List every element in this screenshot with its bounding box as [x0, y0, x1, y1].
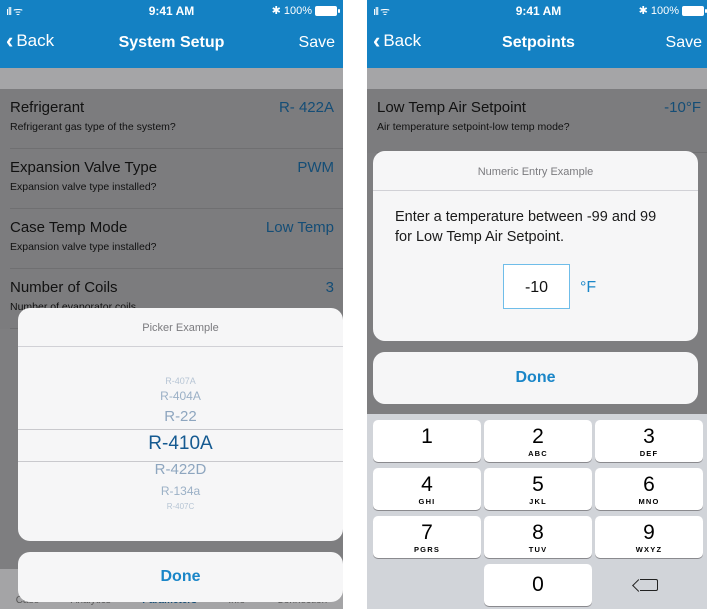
settings-list: Refrigerant Refrigerant gas type of the … [0, 89, 343, 329]
key-digit: 6 [643, 473, 655, 496]
backspace-key[interactable] [595, 564, 703, 606]
picker-option[interactable]: R-407C [18, 502, 343, 511]
setpoints-screen: ıll ᯤ 9:41 AM ✱ 100% ‹ Back Setpoints Sa… [367, 0, 707, 609]
sheet-divider [373, 190, 698, 191]
system-setup-screen: ıll ᯤ 9:41 AM ✱ 100% ‹ Back System Setup… [0, 0, 343, 609]
save-button[interactable]: Save [666, 34, 702, 52]
row-value: R- 422A [278, 99, 334, 116]
done-button[interactable]: Done [373, 352, 698, 404]
numeric-keypad: 1 2 ABC 3 DEF 4 GHI 5 JKL 6 MNO 7 PGRS 8… [367, 414, 707, 609]
key-2[interactable]: 2 ABC [484, 420, 592, 462]
section-header [0, 68, 343, 89]
setting-row-case-temp-mode[interactable]: Case Temp Mode Expansion valve type inst… [10, 209, 343, 269]
key-0[interactable]: 0 [484, 564, 592, 606]
key-digit: 5 [532, 473, 544, 496]
key-letters: GHI [418, 497, 436, 506]
key-6[interactable]: 6 MNO [595, 468, 703, 510]
nav-bar: ıll ᯤ 9:41 AM ✱ 100% ‹ Back Setpoints Sa… [367, 0, 707, 68]
status-bar: ıll ᯤ 9:41 AM ✱ 100% [367, 0, 707, 22]
sheet-divider [18, 346, 343, 347]
key-letters: JKL [529, 497, 547, 506]
settings-list: Low Temp Air Setpoint Air temperature se… [367, 89, 707, 153]
picker-selected-option[interactable]: R-410A [18, 433, 343, 455]
key-letters: MNO [638, 497, 660, 506]
battery-icon [315, 5, 340, 16]
key-letters: ABC [528, 449, 548, 458]
numeric-entry-title: Numeric Entry Example [477, 166, 594, 178]
battery-indicator: ✱ 100% [271, 4, 340, 17]
key-8[interactable]: 8 TUV [484, 516, 592, 558]
backspace-icon [640, 579, 658, 591]
picker-option[interactable]: R-404A [18, 389, 343, 403]
done-button[interactable]: Done [18, 552, 343, 602]
temperature-unit: °F [580, 279, 597, 296]
page-title: System Setup [118, 34, 225, 51]
key-blank [373, 564, 481, 606]
row-value: 3 [325, 279, 334, 296]
nav-bar: ıll ᯤ 9:41 AM ✱ 100% ‹ Back System Setup… [0, 0, 343, 68]
key-digit: 1 [421, 425, 433, 448]
key-digit: 2 [532, 425, 544, 448]
row-value: PWM [297, 159, 334, 176]
picker-option[interactable]: R-407A [18, 376, 343, 386]
key-4[interactable]: 4 GHI [373, 468, 481, 510]
battery-text: ✱ 100% [271, 5, 312, 17]
picker-title: Picker Example [142, 322, 219, 334]
key-1[interactable]: 1 [373, 420, 481, 462]
numeric-entry-message: Enter a temperature between -99 and 99 f… [395, 209, 657, 245]
row-title: Refrigerant [10, 99, 85, 116]
picker-selection-line [18, 429, 343, 430]
key-7[interactable]: 7 PGRS [373, 516, 481, 558]
key-9[interactable]: 9 WXYZ [595, 516, 703, 558]
status-bar: ıll ᯤ 9:41 AM ✱ 100% [0, 0, 343, 22]
section-header [367, 68, 707, 89]
key-letters: TUV [528, 545, 548, 554]
key-3[interactable]: 3 DEF [595, 420, 703, 462]
save-button[interactable]: Save [299, 34, 335, 52]
temperature-input[interactable]: -10 [503, 264, 570, 309]
setting-row-expansion-valve[interactable]: Expansion Valve Type Expansion valve typ… [10, 149, 343, 209]
key-letters: DEF [639, 449, 659, 458]
setting-row-low-temp-air-setpoint[interactable]: Low Temp Air Setpoint Air temperature se… [377, 89, 707, 153]
key-digit: 8 [532, 521, 544, 544]
row-title: Number of Coils [10, 279, 118, 296]
key-letters: WXYZ [635, 545, 663, 554]
picker-option[interactable]: R-134a [18, 484, 343, 498]
row-title: Case Temp Mode [10, 219, 128, 236]
row-value: Low Temp [265, 219, 334, 236]
numeric-entry-sheet: Numeric Entry Example Enter a temperatur… [373, 151, 698, 341]
picker-option[interactable]: R-422D [18, 461, 343, 478]
picker-sheet: Picker Example R-407A R-404A R-22 R-410A… [18, 308, 343, 541]
setting-row-refrigerant[interactable]: Refrigerant Refrigerant gas type of the … [10, 89, 343, 149]
row-subtitle: Expansion valve type installed? [10, 241, 157, 253]
battery-indicator: ✱ 100% [638, 4, 707, 17]
key-digit: 9 [643, 521, 655, 544]
picker-option[interactable]: R-22 [18, 408, 343, 425]
key-digit: 0 [532, 573, 544, 596]
key-digit: 3 [643, 425, 655, 448]
row-title: Expansion Valve Type [10, 159, 158, 176]
row-title: Low Temp Air Setpoint [377, 99, 526, 116]
key-digit: 7 [421, 521, 433, 544]
battery-text: ✱ 100% [638, 5, 679, 17]
battery-icon [682, 5, 707, 16]
key-letters: PGRS [413, 545, 441, 554]
row-subtitle: Expansion valve type installed? [10, 181, 157, 193]
page-title: Setpoints [502, 34, 575, 51]
row-subtitle: Air temperature setpoint-low temp mode? [377, 121, 570, 133]
key-5[interactable]: 5 JKL [484, 468, 592, 510]
key-digit: 4 [421, 473, 433, 496]
row-subtitle: Refrigerant gas type of the system? [10, 121, 176, 133]
row-value: -10°F [664, 99, 701, 116]
